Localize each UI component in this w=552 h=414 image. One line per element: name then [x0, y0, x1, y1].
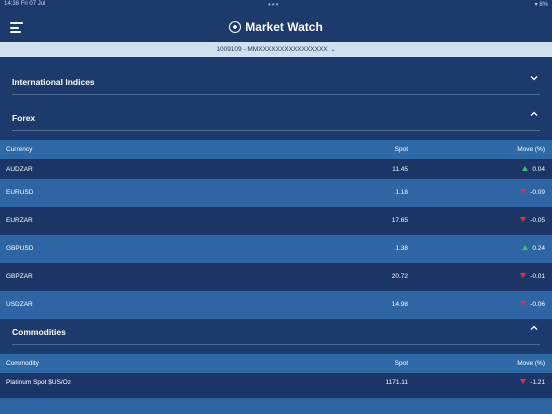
table-row[interactable]: Platinum Spot $US/Oz 1171.11 -1.21	[0, 373, 552, 401]
divider	[12, 344, 540, 345]
row-name: EURUSD	[6, 189, 34, 196]
row-spot: 20.72	[391, 273, 408, 280]
row-move: 0.24	[522, 245, 545, 252]
row-name: EURZAR	[6, 217, 33, 224]
section-forex[interactable]: Forex	[0, 104, 552, 130]
multitasking-dots-icon[interactable]: •••	[268, 0, 279, 9]
section-commodities[interactable]: Commodities	[0, 318, 552, 344]
arrow-down-icon	[520, 189, 527, 194]
row-name: AUDZAR	[6, 166, 33, 173]
row-move: -0.05	[520, 217, 545, 224]
arrow-down-icon	[520, 273, 527, 278]
wifi-icon: ▾	[534, 2, 538, 8]
forex-table-header: Currency Spot Move (%)	[0, 140, 552, 159]
section-label: Forex	[12, 113, 36, 123]
add-circle-icon[interactable]	[229, 21, 242, 33]
column-spot: Spot	[394, 360, 408, 367]
chevron-up-icon	[530, 325, 538, 330]
arrow-down-icon	[520, 217, 527, 222]
arrow-up-icon	[522, 166, 529, 171]
row-name: GBPZAR	[6, 273, 33, 280]
row-move: -0.09	[520, 189, 545, 196]
row-spot: 1.18	[395, 189, 408, 196]
account-label: 1009109 - MMXXXXXXXXXXXXXXXX	[216, 46, 328, 53]
chevron-down-icon: ⌄	[330, 47, 336, 53]
arrow-down-icon	[520, 379, 527, 384]
column-move: Move (%)	[517, 360, 545, 367]
battery-level: ▾ 8%	[534, 2, 548, 8]
row-spot: 14.98	[391, 301, 408, 308]
table-row[interactable]: GBPUSD 1.38 0.24	[0, 235, 552, 263]
row-name: Platinum Spot $US/Oz	[6, 379, 72, 386]
row-move: 0.04	[522, 166, 545, 173]
column-currency: Currency	[6, 146, 33, 153]
column-commodity: Commodity	[6, 360, 39, 367]
app-header: Market Watch	[0, 10, 552, 42]
row-move: -0.01	[520, 273, 545, 280]
chevron-up-icon	[530, 111, 538, 116]
row-spot: 11.45	[392, 166, 408, 173]
arrow-down-icon	[520, 301, 527, 306]
divider	[12, 130, 540, 131]
table-row[interactable]: GBPZAR 20.72 -0.01	[0, 263, 552, 291]
row-name: USDZAR	[6, 301, 33, 308]
table-row[interactable]: EURZAR 17.65 -0.05	[0, 207, 552, 235]
section-label: International Indices	[12, 77, 95, 87]
account-selector[interactable]: 1009109 - MMXXXXXXXXXXXXXXXX ⌄	[0, 42, 552, 57]
chevron-down-icon	[530, 76, 538, 81]
table-row[interactable]: EURUSD 1.18 -0.09	[0, 179, 552, 207]
row-spot: 1171.11	[385, 379, 408, 386]
row-move: -1.21	[520, 379, 545, 386]
row-spot: 1.38	[395, 245, 408, 252]
status-time: 14:38 Fri 07 Jul	[4, 1, 46, 7]
arrow-up-icon	[522, 245, 529, 250]
section-label: Commodities	[12, 327, 66, 337]
column-spot: Spot	[394, 146, 408, 153]
row-name: GBPUSD	[6, 245, 34, 252]
commodities-table-header: Commodity Spot Move (%)	[0, 354, 552, 373]
divider	[12, 94, 540, 95]
row-move: -0.06	[520, 301, 545, 308]
table-row[interactable]: USDZAR 14.98 -0.06	[0, 291, 552, 319]
column-move: Move (%)	[517, 146, 545, 153]
row-spot: 17.65	[391, 217, 408, 224]
page-title: Market Watch	[0, 20, 552, 34]
section-international-indices[interactable]: International Indices	[0, 68, 552, 94]
table-row[interactable]	[0, 398, 552, 414]
status-bar: 14:38 Fri 07 Jul ••• ▾ 8%	[0, 0, 552, 10]
